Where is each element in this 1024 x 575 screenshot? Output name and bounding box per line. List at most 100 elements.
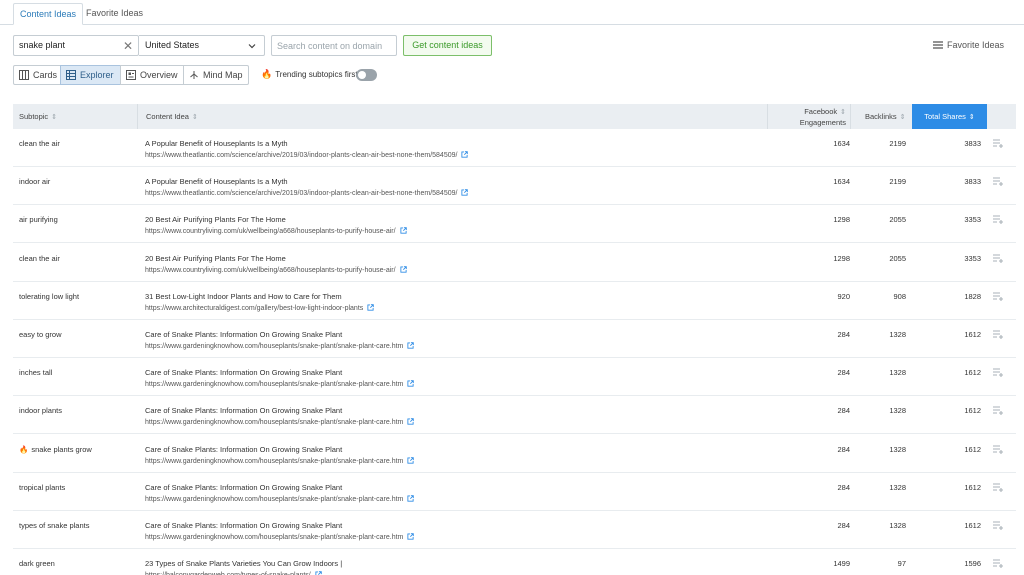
add-to-favorites-icon[interactable] [993, 559, 1004, 569]
url-text[interactable]: https://www.countryliving.com/uk/wellbei… [145, 267, 396, 274]
view-overview-button[interactable]: Overview [120, 65, 184, 85]
country-select[interactable]: United States [139, 35, 265, 56]
add-to-favorites-icon[interactable] [993, 139, 1004, 148]
trending-toggle[interactable] [356, 69, 377, 81]
view-mind-map-button[interactable]: Mind Map [183, 65, 249, 85]
total-shares-value: 3353 [964, 215, 981, 225]
external-link-icon[interactable] [315, 571, 322, 575]
content-idea-url[interactable]: https://balconygardenweb.com/types-of-sn… [145, 571, 322, 575]
fire-icon: 🔥 [19, 444, 29, 454]
column-subtopic[interactable]: Subtopic ⇕ [19, 104, 57, 129]
url-text[interactable]: https://www.gardeningknowhow.com/housepl… [145, 419, 403, 426]
external-link-icon[interactable] [407, 418, 415, 425]
content-idea-title[interactable]: 20 Best Air Purifying Plants For The Hom… [145, 215, 286, 224]
content-idea-title[interactable]: Care of Snake Plants: Information On Gro… [145, 521, 342, 530]
backlinks-value: 1328 [889, 444, 906, 454]
list-icon [932, 41, 943, 49]
topic-search-value[interactable]: snake plant [19, 40, 65, 50]
content-idea-url[interactable]: https://www.countryliving.com/uk/wellbei… [145, 265, 407, 274]
external-link-icon[interactable] [461, 189, 469, 196]
table-row: indoor air A Popular Benefit of Houseplan… [13, 167, 1016, 206]
add-to-favorites-icon[interactable] [993, 177, 1004, 187]
content-idea-title[interactable]: Care of Snake Plants: Information On Gro… [145, 445, 342, 454]
backlinks-value: 1328 [889, 406, 906, 416]
url-text[interactable]: https://www.gardeningknowhow.com/housepl… [145, 534, 403, 541]
external-link-icon[interactable] [407, 380, 415, 387]
column-backlinks[interactable]: Backlinks ⇕ [850, 104, 912, 129]
clear-search-icon[interactable]: ✕ [123, 39, 133, 53]
subtopic-text: easy to grow [19, 330, 62, 339]
external-link-icon[interactable] [400, 227, 407, 234]
column-content-idea[interactable]: Content Idea ⇕ [137, 104, 767, 129]
view-explorer-button[interactable]: Explorer [60, 65, 121, 85]
column-facebook-engagements[interactable]: Facebook ⇕ Engagements [767, 104, 846, 129]
content-idea-url[interactable]: https://www.architecturaldigest.com/gall… [145, 304, 375, 312]
tab-bar: Content Ideas Favorite Ideas [0, 0, 1024, 25]
url-text[interactable]: https://www.architecturaldigest.com/gall… [145, 305, 363, 312]
topic-search-field[interactable]: snake plant ✕ [13, 35, 139, 56]
url-text[interactable]: https://www.gardeningknowhow.com/housepl… [145, 496, 403, 503]
table-row: 🔥 snake plants grow Care of Snake Plants: … [13, 435, 1016, 473]
external-link-icon[interactable] [407, 342, 415, 349]
table-row: clean the air A Popular Benefit of Housep… [13, 129, 1016, 167]
content-idea-title[interactable]: Care of Snake Plants: Information On Gro… [145, 330, 342, 339]
content-idea-title[interactable]: 23 Types of Snake Plants Varieties You C… [145, 559, 342, 568]
add-to-favorites-icon[interactable] [993, 521, 1004, 530]
external-link-icon[interactable] [407, 456, 415, 464]
external-link-icon[interactable] [407, 495, 415, 502]
get-content-ideas-button[interactable]: Get content ideas [403, 35, 492, 56]
add-to-favorites-icon[interactable] [993, 292, 1004, 301]
sort-icon: ⇕ [968, 114, 975, 121]
sort-icon: ⇕ [51, 114, 58, 121]
tab-content-ideas[interactable]: Content Ideas [13, 3, 84, 25]
url-text[interactable]: https://www.countryliving.com/uk/wellbei… [145, 228, 396, 235]
add-to-favorites-icon[interactable] [993, 254, 1004, 263]
add-to-favorites-icon[interactable] [993, 330, 1004, 339]
external-link-icon[interactable] [400, 265, 407, 273]
table-header: Subtopic ⇕ Content Idea ⇕ Facebook ⇕ Engagem… [13, 104, 1016, 129]
facebook-engagements-value: 284 [837, 330, 850, 339]
favorite-ideas-link[interactable]: Favorite Ideas [932, 40, 1004, 50]
view-cards-button[interactable]: Cards [13, 65, 61, 85]
url-text[interactable]: https://www.gardeningknowhow.com/housepl… [145, 381, 403, 388]
content-idea-title[interactable]: Care of Snake Plants: Information On Gro… [145, 368, 342, 377]
facebook-engagements-value: 284 [837, 444, 850, 454]
add-to-favorites-icon[interactable] [993, 406, 1004, 416]
content-idea-url[interactable]: https://www.gardeningknowhow.com/housepl… [145, 495, 415, 503]
external-link-icon[interactable] [461, 151, 469, 158]
view-explorer-label: Explorer [80, 70, 114, 80]
content-idea-title[interactable]: Care of Snake Plants: Information On Gro… [145, 483, 342, 492]
add-to-favorites-icon[interactable] [993, 445, 1004, 454]
content-idea-title[interactable]: 20 Best Air Purifying Plants For The Hom… [145, 254, 286, 263]
content-idea-title[interactable]: A Popular Benefit of Houseplants Is a My… [145, 177, 288, 186]
content-idea-title[interactable]: Care of Snake Plants: Information On Gro… [145, 406, 342, 415]
add-to-favorites-icon[interactable] [993, 483, 1004, 492]
column-fb-line1: Facebook [804, 107, 838, 116]
table-row: air purifying 20 Best Air Purifying Plant… [13, 205, 1016, 244]
content-idea-url[interactable]: https://www.gardeningknowhow.com/housepl… [145, 533, 415, 541]
url-text[interactable]: https://www.theatlantic.com/science/arch… [145, 190, 457, 197]
content-idea-url[interactable]: https://www.gardeningknowhow.com/housepl… [145, 418, 415, 426]
add-to-favorites-icon[interactable] [993, 368, 1004, 378]
sort-icon: ⇕ [840, 109, 846, 116]
url-text[interactable]: https://www.gardeningknowhow.com/housepl… [145, 458, 403, 465]
content-idea-title[interactable]: A Popular Benefit of Houseplants Is a My… [145, 139, 288, 148]
column-total-shares[interactable]: Total Shares ⇕ [912, 104, 987, 129]
total-shares-value: 1612 [964, 406, 981, 416]
external-link-icon[interactable] [367, 304, 375, 311]
content-idea-title[interactable]: 31 Best Low-Light Indoor Plants and How … [145, 292, 342, 301]
content-idea-url[interactable]: https://www.countryliving.com/uk/wellbei… [145, 227, 407, 235]
url-text[interactable]: https://www.gardeningknowhow.com/housepl… [145, 343, 403, 350]
content-idea-url[interactable]: https://www.gardeningknowhow.com/housepl… [145, 380, 415, 388]
external-link-icon[interactable] [407, 533, 415, 540]
content-idea-url[interactable]: https://www.theatlantic.com/science/arch… [145, 189, 469, 197]
tab-favorite-ideas[interactable]: Favorite Ideas [80, 3, 149, 25]
url-text[interactable]: https://www.theatlantic.com/science/arch… [145, 152, 457, 159]
content-idea-url[interactable]: https://www.gardeningknowhow.com/housepl… [145, 342, 415, 350]
facebook-engagements-value: 1634 [833, 139, 850, 148]
add-to-favorites-icon[interactable] [993, 215, 1004, 225]
content-idea-url[interactable]: https://www.gardeningknowhow.com/housepl… [145, 456, 415, 465]
subtopic-text: clean the air [19, 253, 60, 263]
domain-search-input[interactable] [271, 35, 397, 56]
content-idea-url[interactable]: https://www.theatlantic.com/science/arch… [145, 151, 469, 159]
